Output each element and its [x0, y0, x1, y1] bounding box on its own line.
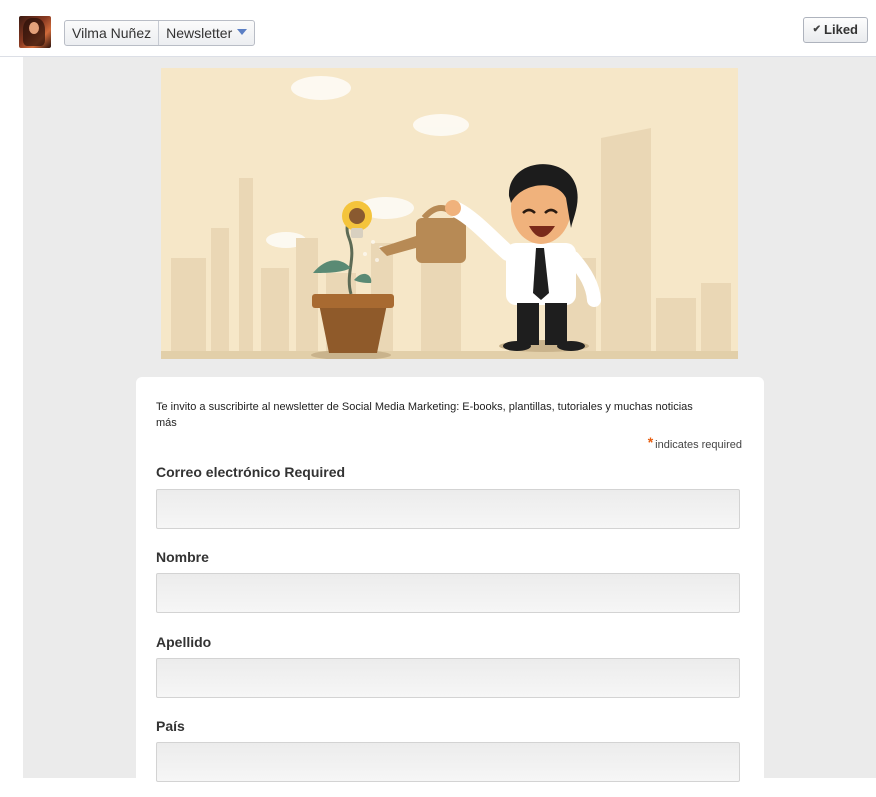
first-name-field[interactable]: [156, 573, 740, 613]
banner-illustration-svg: [161, 76, 738, 359]
form-intro-text: Te invito a suscribirte al newsletter de…: [156, 401, 693, 429]
checkmark-icon: ✔: [812, 24, 822, 35]
breadcrumb-owner-link[interactable]: Vilma Nuñez: [65, 21, 158, 45]
required-star: *: [647, 434, 654, 450]
email-field[interactable]: [156, 489, 740, 529]
required-note-text: indicates required: [655, 439, 742, 451]
country-field[interactable]: [156, 742, 740, 782]
first-name-field-label: Nombre: [156, 549, 209, 565]
profile-avatar[interactable]: [19, 16, 51, 48]
last-name-field[interactable]: [156, 658, 740, 698]
required-indicator: * indicates required: [647, 434, 742, 451]
avatar-face-shape: [29, 22, 39, 34]
page-header: Vilma Nuñez Newsletter ✔ Liked: [0, 0, 876, 57]
chevron-down-icon: [237, 29, 248, 36]
country-field-label: País: [156, 718, 185, 734]
liked-label: Liked: [824, 22, 858, 37]
breadcrumb: Vilma Nuñez Newsletter: [64, 20, 256, 46]
newsletter-signup-form: Te invito a suscribirte al newsletter de…: [136, 377, 764, 797]
newsletter-banner-illustration: [161, 68, 738, 359]
last-name-field-label: Apellido: [156, 634, 212, 650]
breadcrumb-tab-label: Newsletter: [166, 25, 233, 41]
breadcrumb-tab-dropdown[interactable]: Newsletter: [158, 21, 254, 45]
email-field-label: Correo electrónico Required: [156, 464, 346, 480]
liked-button[interactable]: ✔ Liked: [802, 17, 868, 43]
